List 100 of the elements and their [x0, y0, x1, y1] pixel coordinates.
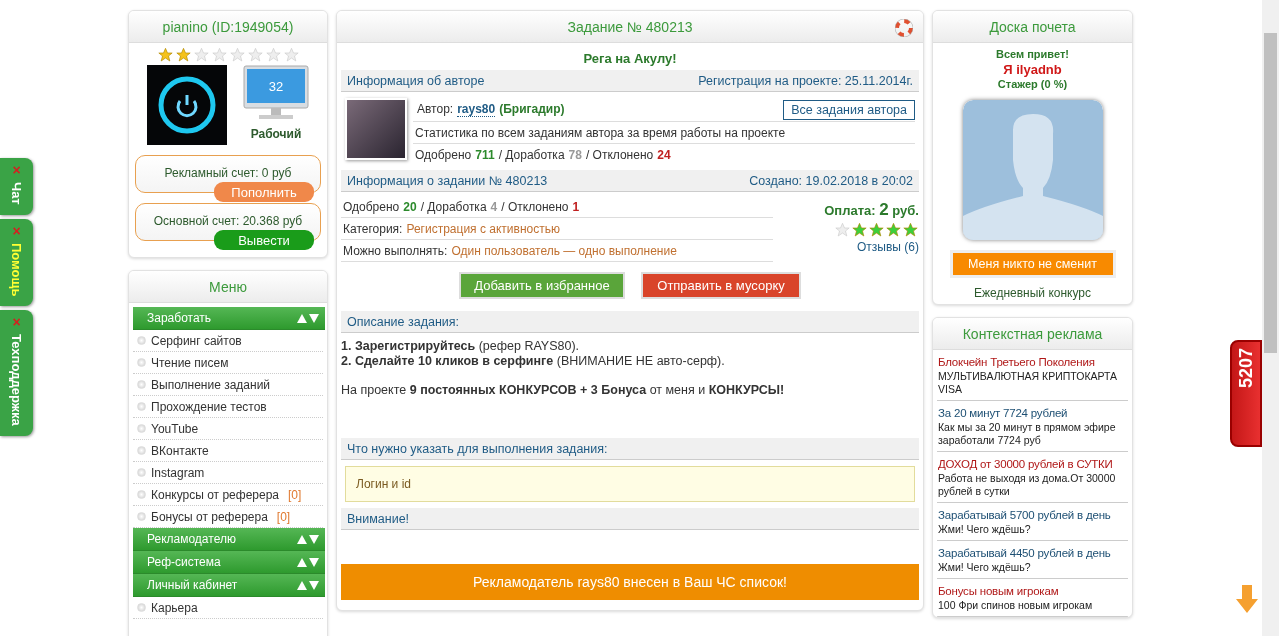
bullet-icon: [137, 490, 146, 499]
bullet-icon: [137, 402, 146, 411]
section-title: Информация о задании № 480213: [347, 173, 548, 188]
ad-text: Жми! Чего ждёшь?: [938, 523, 1032, 536]
stat-label: Одобрено: [343, 199, 400, 214]
side-tab-label: Техподдержка: [9, 334, 24, 426]
reviews-link[interactable]: Отзывы (6): [857, 240, 919, 254]
ad-title-link[interactable]: За 20 минут 7724 рублей: [938, 406, 1127, 420]
account-action-button[interactable]: Вывести: [214, 230, 314, 250]
counter-number: 5207: [1235, 348, 1257, 389]
stat-label: / Доработка: [498, 148, 565, 162]
menu-count: [0]: [276, 509, 291, 524]
account-balance: Рекламный счет: 0 руб: [164, 166, 292, 182]
lifebuoy-icon[interactable]: [895, 19, 913, 37]
menu-item[interactable]: Конкурсы от реферера [0]: [133, 484, 323, 506]
ad-text: Работа не выходя из дома.От 30000 рублей в сутки: [938, 472, 1117, 498]
bullet-icon: [137, 446, 146, 455]
ads-title: Контекстная реклама: [962, 325, 1103, 342]
honor-title: Доска почета: [989, 18, 1076, 35]
menu-item[interactable]: Карьера: [133, 597, 323, 619]
bullet-icon: [137, 512, 146, 521]
stat-label: / Отклонено: [585, 148, 654, 162]
task-title: Задание № 480213: [567, 18, 693, 35]
ad-title-link[interactable]: Зарабатывай 5700 рублей в день: [938, 508, 1127, 522]
author-label: Автор:: [417, 102, 454, 117]
bullet-icon: [137, 468, 146, 477]
stat-value: 78: [568, 148, 582, 162]
star-icon: [282, 47, 300, 63]
star-icon: [228, 47, 246, 63]
detail-label: Можно выполнять:: [343, 243, 448, 258]
ad-text: Жми! Чего ждёшь?: [938, 561, 1032, 574]
scrollbar[interactable]: [1262, 0, 1279, 636]
description-text: 2. Сделайте 10 кликов в серфинге (ВНИМАНИЕ НЕ авто-серф).: [341, 354, 726, 369]
up-down-arrows-icon: [297, 557, 319, 567]
star-icon: [156, 47, 174, 63]
star-icon: [834, 222, 851, 238]
leader-rank: Стажер (0 %): [997, 77, 1068, 92]
blacklist-notice: Рекламодатель rays80 внесен в Ваш ЧС список!: [341, 564, 919, 600]
menu-item[interactable]: Серфинг сайтов: [133, 330, 323, 352]
description-text: 1. Зарегистрируйтесь (рефер RAYS80).: [341, 339, 581, 354]
author-rank: (Бригадир): [499, 102, 565, 117]
side-tab-label: Чат: [9, 182, 24, 205]
status-label: Рабочий: [250, 127, 302, 141]
description-text: На проекте 9 постоянных КОНКУРСОВ + 3 Бонуса от меня и КОНКУРСЫ!: [341, 383, 786, 398]
account-balance: Основной счет: 20.368 руб: [153, 214, 303, 230]
stats-caption: Статистика по всем заданиям автора за время работы на проекте: [415, 125, 786, 140]
greeting-text: Всем привет!: [996, 47, 1069, 62]
menu-item[interactable]: Выполнение заданий: [133, 374, 323, 396]
stat-value: 4: [490, 199, 498, 214]
ad-title-link[interactable]: ДОХОД от 30000 рублей в СУТКИ: [938, 457, 1127, 471]
menu-title: Меню: [209, 278, 247, 295]
menu-item[interactable]: ВКонтакте: [133, 440, 323, 462]
author-link[interactable]: rays80: [457, 102, 496, 117]
menu-item[interactable]: Прохождение тестов: [133, 396, 323, 418]
stat-label: / Отклонено: [501, 199, 569, 214]
menu-item[interactable]: YouTube: [133, 418, 323, 440]
task-action-button[interactable]: Отправить в мусорку: [641, 272, 801, 299]
stat-value: 1: [572, 199, 580, 214]
ad-title-link[interactable]: Бонусы новым игрокам: [938, 584, 1127, 598]
section-title: Информация об авторе: [347, 73, 485, 88]
menu-item[interactable]: Instagram: [133, 462, 323, 484]
leader-name: Я ilyadnb: [1003, 62, 1062, 77]
section-title: Что нужно указать для выполнения задания:: [347, 441, 608, 456]
section-title: Описание задания:: [347, 314, 460, 329]
bullet-icon: [137, 603, 146, 612]
ad-text: Как мы за 20 минут в прямом эфире заработали 7724 руб: [938, 421, 1117, 447]
up-down-arrows-icon: [297, 313, 319, 323]
requirement-text: Логин и id: [345, 466, 915, 502]
detail-label: Категория:: [343, 221, 403, 236]
counter-badge[interactable]: 5207: [1230, 340, 1262, 447]
stat-value: 24: [657, 148, 671, 162]
monitor-number: 32: [267, 79, 285, 94]
stat-label: / Доработка: [420, 199, 487, 214]
ad-text: 100 Фри спинов новым игрокам: [938, 599, 1094, 612]
ad-text: МУЛЬТИВАЛЮТНАЯ КРИПТОКАРТА VISA: [938, 370, 1119, 396]
up-down-arrows-icon: [297, 580, 319, 590]
payment-amount: Оплата: 2 руб.: [824, 200, 919, 220]
photo-placeholder: [345, 98, 407, 160]
stat-label: Одобрено: [415, 148, 472, 162]
side-tab-label: Помощь: [9, 242, 24, 297]
ad-title-link[interactable]: Блокчейн Третьего Поколения: [938, 355, 1127, 369]
bullet-icon: [137, 424, 146, 433]
section-info: Регистрация на проекте: 25.11.2014г.: [698, 73, 913, 88]
section-info: Создано: 19.02.2018 в 20:02: [749, 173, 913, 188]
ad-title-link[interactable]: Зарабатывай 4450 рублей в день: [938, 546, 1127, 560]
task-headline: Рега на Акулу!: [582, 50, 678, 68]
bullet-icon: [137, 336, 146, 345]
down-arrow-icon[interactable]: [1236, 585, 1258, 613]
stat-value: 711: [475, 148, 495, 162]
up-down-arrows-icon: [297, 534, 319, 544]
star-icon: [851, 222, 868, 238]
all-tasks-button[interactable]: Все задания автора: [783, 99, 915, 120]
profile-title: pianino (ID:1949054): [162, 18, 294, 35]
detail-value: Один пользователь — одно выполнение: [451, 243, 677, 258]
star-icon: [902, 222, 919, 238]
bullet-icon: [137, 358, 146, 367]
star-icon: [264, 47, 282, 63]
star-icon: [246, 47, 264, 63]
menu-item[interactable]: Чтение писем: [133, 352, 323, 374]
star-icon: [868, 222, 885, 238]
